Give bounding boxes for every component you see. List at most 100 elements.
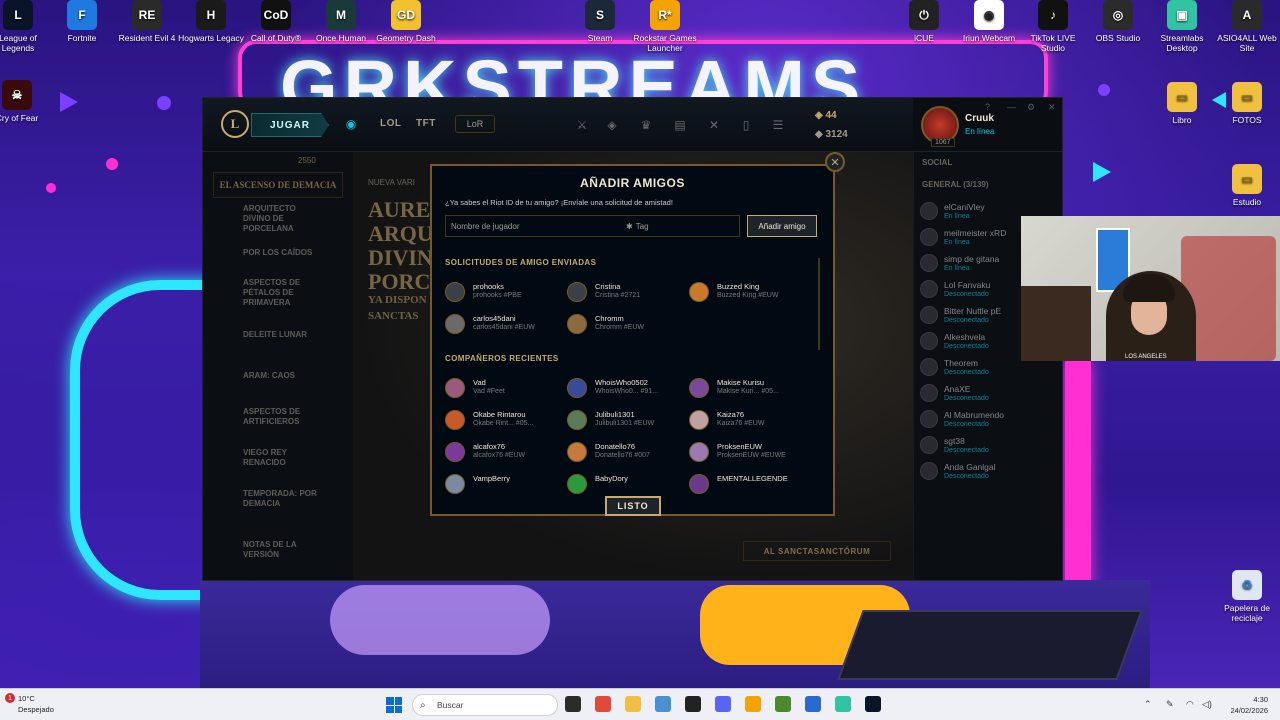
league-tb-icon[interactable]	[865, 696, 881, 712]
desktop-icon[interactable]: L League of Legends	[0, 0, 53, 53]
tft-icon[interactable]: ✕	[707, 118, 721, 132]
desktop-icon-fotos[interactable]: ▭ FOTOS	[1212, 82, 1280, 125]
sanctasanctorum-button[interactable]: AL SANCTASANCTÓRUM	[743, 541, 891, 561]
desktop-icon[interactable]: M Once Human	[306, 0, 376, 43]
minimize-icon[interactable]: —	[1007, 102, 1016, 112]
left-item-3[interactable]: DELEITE LUNAR	[243, 330, 307, 340]
epic-tb-icon[interactable]	[685, 696, 701, 712]
friend-entry[interactable]: BabyDory	[567, 472, 687, 498]
desktop-icon[interactable]: ◎ OBS Studio	[1083, 0, 1153, 43]
friend-entry[interactable]: WhoisWho0502 WhoisWho0... #91...	[567, 376, 687, 402]
modal-scrollbar[interactable]	[818, 258, 820, 350]
tab-lor[interactable]: LoR	[455, 115, 495, 133]
taskbar-clock[interactable]: 4:30 24/02/2026	[1222, 694, 1268, 716]
left-item-7[interactable]: TEMPORADA: POR DEMACIA	[243, 489, 323, 509]
desktop-icon[interactable]: ◉ Iriun Webcam	[954, 0, 1024, 43]
rockstar-tb-icon[interactable]	[745, 696, 761, 712]
modal-close-button[interactable]: ✕	[825, 152, 845, 172]
browser-tb-icon[interactable]	[805, 696, 821, 712]
desktop-icon[interactable]: ▣ Streamlabs Desktop	[1147, 0, 1217, 53]
help-icon[interactable]: ?	[985, 102, 990, 112]
store-icon[interactable]: ▯	[739, 118, 753, 132]
event-title[interactable]: EL ASCENSO DE DEMACIA	[213, 172, 343, 198]
folder-tb-icon[interactable]	[625, 696, 641, 712]
play-button[interactable]: JUGAR	[251, 113, 329, 137]
friend-entry[interactable]: Donatello76 Donatello76 #007	[567, 440, 687, 466]
photos-tb-icon[interactable]	[655, 696, 671, 712]
loot-icon[interactable]: ▤	[673, 118, 687, 132]
league-logo-icon[interactable]: L	[221, 110, 249, 138]
desktop-icon[interactable]: ⏻ iCUE	[889, 0, 959, 43]
desktop-icon[interactable]: S Steam	[565, 0, 635, 43]
desktop-icon[interactable]: GD Geometry Dash	[371, 0, 441, 43]
settings-icon[interactable]: ⚙	[1027, 102, 1035, 113]
friend-entry[interactable]: Buzzed King Buzzed King #EUW	[689, 280, 809, 306]
close-icon[interactable]: ✕	[1048, 102, 1056, 113]
summoner-status[interactable]: En línea	[965, 127, 994, 136]
friend-entry[interactable]: prohooks prohooks #PBE	[445, 280, 565, 306]
desktop-icon-estudio[interactable]: ▭ Estudio	[1212, 164, 1280, 207]
start-button[interactable]	[386, 697, 402, 713]
add-friend-button[interactable]: Añadir amigo	[747, 215, 817, 237]
friend-entry[interactable]: Kaiza76 Kaiza76 #EUW	[689, 408, 809, 434]
tab-tft[interactable]: TFT	[416, 118, 436, 129]
desktop-icon[interactable]: A ASIO4ALL Web Site	[1212, 0, 1280, 53]
home-icon[interactable]: ⚔	[575, 118, 589, 132]
friend-entry[interactable]: ProksenEUW ProksenEUW #EUWE	[689, 440, 809, 466]
friend-entry[interactable]: alcafox76 alcafox76 #EUW	[445, 440, 565, 466]
friend-entry[interactable]: carlos45dani carlos45dani #EUW	[445, 312, 565, 338]
desktop-icon-libro[interactable]: ▭ Libro	[1147, 82, 1217, 125]
desktop-icon-recycle-bin[interactable]: ♻ Papelera de reciclaje	[1212, 570, 1280, 623]
friend-entry[interactable]: Vad Vad #Feet	[445, 376, 565, 402]
profile-icon[interactable]: ◈	[605, 118, 619, 132]
left-item-5[interactable]: ASPECTOS DE ARTIFICIEROS	[243, 407, 313, 427]
tab-lol[interactable]: LOL	[380, 118, 402, 129]
friend-row[interactable]: sgt38 Desconectado	[920, 434, 1060, 458]
streamlabs-tb-icon[interactable]	[835, 696, 851, 712]
discord-tb-icon[interactable]	[715, 696, 731, 712]
social-group-header[interactable]: GENERAL (3/139)	[922, 180, 989, 189]
done-button[interactable]: LISTO	[605, 496, 661, 516]
desktop-icon[interactable]: CoD Call of Duty®	[241, 0, 311, 43]
taskbar-search[interactable]: ⌕ Buscar	[412, 694, 558, 716]
left-item-1[interactable]: POR LOS CAÍDOS	[243, 248, 312, 258]
tag-input[interactable]: ✱ Tag	[626, 216, 649, 236]
chrome-tb-icon[interactable]	[595, 696, 611, 712]
left-item-0[interactable]: ARQUITECTO DIVINO DE PORCELANA	[243, 204, 313, 234]
desktop-icon[interactable]: RE Resident Evil 4	[112, 0, 182, 43]
friend-entry[interactable]: EMENTALLEGENDE	[689, 472, 809, 498]
friend-entry[interactable]: Okabe Rintarou Okabe Rint... #05...	[445, 408, 565, 434]
minecraft-tb-icon[interactable]	[775, 696, 791, 712]
desktop-icon[interactable]: R* Rockstar Games Launcher	[630, 0, 700, 53]
desktop-icon[interactable]: ♪ TikTok LIVE Studio	[1018, 0, 1088, 53]
friend-row[interactable]: Anda Ganlgal Desconectado	[920, 460, 1060, 484]
left-item-4[interactable]: ARAM: CAOS	[243, 371, 295, 381]
file-explorer-tb-icon[interactable]	[565, 696, 581, 712]
volume-icon[interactable]: ◁)	[1202, 699, 1212, 710]
pen-icon[interactable]: ✎	[1166, 699, 1174, 710]
missions-icon[interactable]: ☰	[771, 118, 785, 132]
left-item-8[interactable]: NOTAS DE LA VERSIÓN	[243, 540, 313, 560]
friend-entry[interactable]: Cristina Cristina #2721	[567, 280, 687, 306]
friend-entry[interactable]: VampBerry	[445, 472, 565, 498]
desktop-icon[interactable]: H Hogwarts Legacy	[176, 0, 246, 43]
friend-entry[interactable]: Chromm Chromm #EUW	[567, 312, 687, 338]
desktop-icon[interactable]: F Fortnite	[47, 0, 117, 43]
friend-entry[interactable]: Makise Kurisu Makise Kuri... #05...	[689, 376, 809, 402]
desktop-icon-cry-of-fear[interactable]: ☠ Cry of Fear	[0, 80, 52, 123]
wifi-icon[interactable]: ◠	[1186, 699, 1194, 710]
friend-row[interactable]: Al Mabrumendo Desconectado	[920, 408, 1060, 432]
weather-widget[interactable]: 10°C Despejado	[18, 693, 54, 715]
player-name-input[interactable]: Nombre de jugador ✱ Tag	[445, 215, 740, 237]
left-item-6[interactable]: VIEGO REY RENACIDO	[243, 448, 303, 468]
left-item-2[interactable]: ASPECTOS DE PÉTALOS DE PRIMAVERA	[243, 278, 313, 308]
tft-orb-icon[interactable]: ◉	[344, 117, 358, 131]
friend-name: meilmeister xRD	[944, 228, 1007, 238]
app-icon: RE	[132, 0, 162, 30]
friend-entry[interactable]: Julibuli1301 Julibuli1301 #EUW	[567, 408, 687, 434]
collection-icon[interactable]: ♛	[639, 118, 653, 132]
chevron-up-icon[interactable]: ⌃	[1144, 699, 1152, 710]
weather-notification-badge[interactable]: 1	[5, 693, 15, 703]
friend-row[interactable]: AnaXE Desconectado	[920, 382, 1060, 406]
profile-area[interactable]: 1067 Cruuk En línea ? — ⚙ ✕	[913, 98, 1062, 152]
